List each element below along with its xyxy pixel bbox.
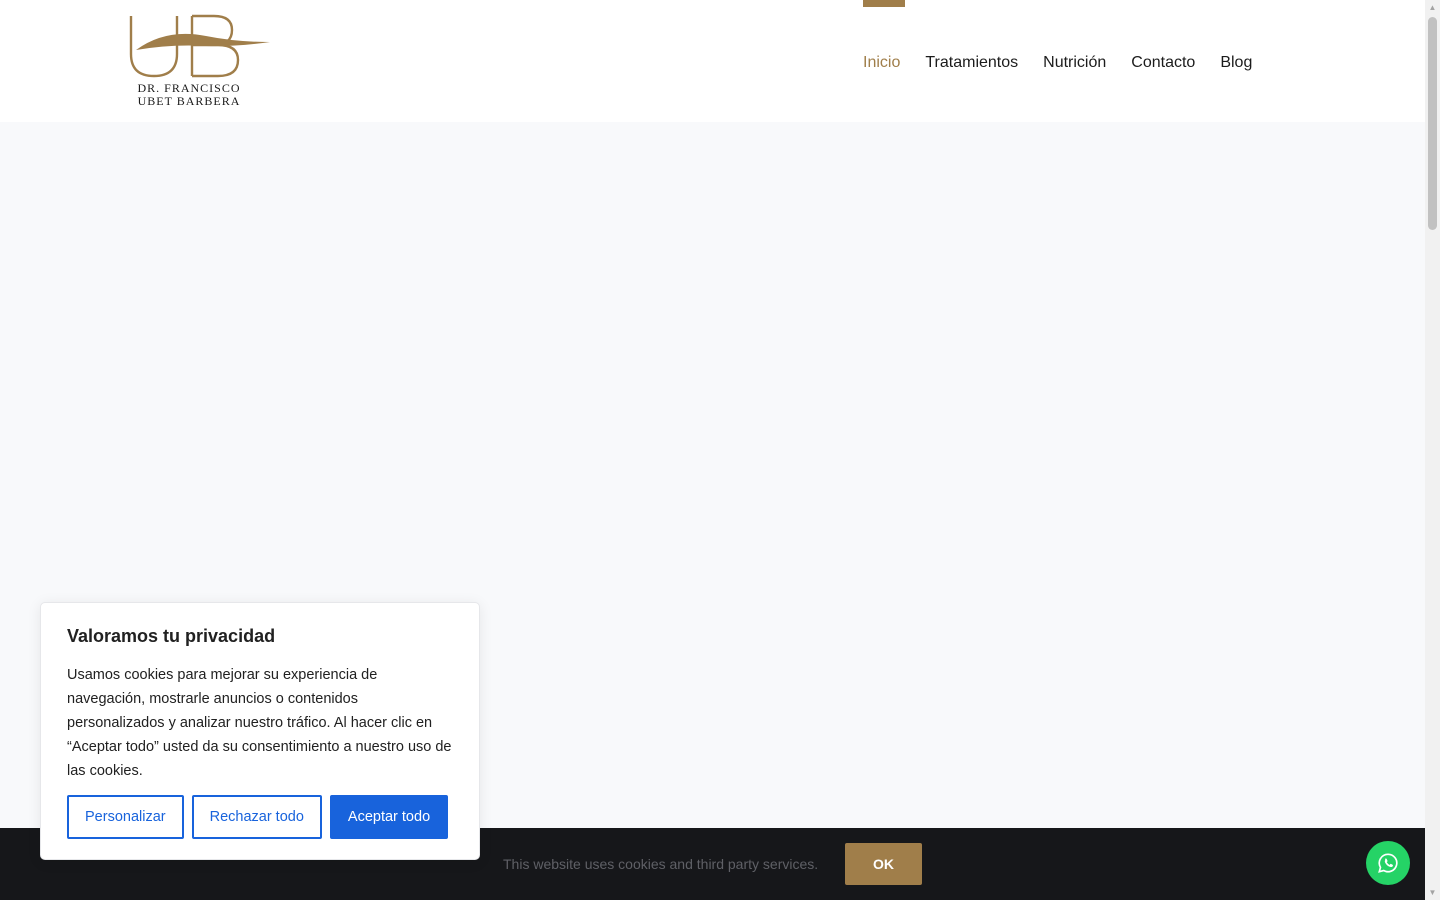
whatsapp-icon xyxy=(1378,853,1398,873)
scroll-up-icon[interactable]: ▲ xyxy=(1425,0,1440,15)
page-scrollbar[interactable]: ▲ ▼ xyxy=(1425,0,1440,900)
logo-line-2: UBET BARBERA xyxy=(137,94,241,108)
nav-item-label: Blog xyxy=(1220,54,1253,71)
site-header: DR. FRANCISCO UBET BARBERA Inicio Tratam… xyxy=(0,0,1425,122)
site-logo[interactable]: DR. FRANCISCO UBET BARBERA xyxy=(126,14,274,110)
nav-item-blog[interactable]: Blog xyxy=(1220,0,1252,72)
consent-description: Usamos cookies para mejorar su experienc… xyxy=(67,667,452,779)
accept-all-button[interactable]: Aceptar todo xyxy=(329,795,449,839)
reject-all-button[interactable]: Rechazar todo xyxy=(191,795,322,839)
nav-item-label: Contacto xyxy=(1131,54,1196,71)
cookie-consent-dialog: Valoramos tu privacidad Usamos cookies p… xyxy=(40,602,480,860)
nav-active-indicator xyxy=(863,0,905,7)
scroll-down-icon[interactable]: ▼ xyxy=(1425,885,1440,900)
main-nav: Inicio Tratamientos Nutrición Contacto B… xyxy=(863,0,1252,122)
nav-item-nutricion[interactable]: Nutrición xyxy=(1043,0,1106,72)
whatsapp-button[interactable] xyxy=(1366,841,1410,885)
nav-item-inicio[interactable]: Inicio xyxy=(863,0,905,72)
cookie-ok-button[interactable]: OK xyxy=(845,843,922,885)
scrollbar-thumb[interactable] xyxy=(1428,17,1437,230)
cookie-notice-text: This website uses cookies and third part… xyxy=(503,856,819,872)
nav-item-contacto[interactable]: Contacto xyxy=(1131,0,1195,72)
customize-button[interactable]: Personalizar xyxy=(67,795,184,839)
nav-item-label: Tratamientos xyxy=(925,54,1019,71)
consent-button-group: Personalizar Rechazar todo Aceptar todo xyxy=(67,795,449,839)
nav-item-label: Nutrición xyxy=(1043,54,1107,71)
consent-title: Valoramos tu privacidad xyxy=(67,626,276,646)
monogram-logo xyxy=(129,14,270,78)
nav-item-label: Inicio xyxy=(863,54,901,71)
nav-item-tratamientos[interactable]: Tratamientos xyxy=(925,0,1018,72)
page: DR. FRANCISCO UBET BARBERA Inicio Tratam… xyxy=(0,0,1425,900)
